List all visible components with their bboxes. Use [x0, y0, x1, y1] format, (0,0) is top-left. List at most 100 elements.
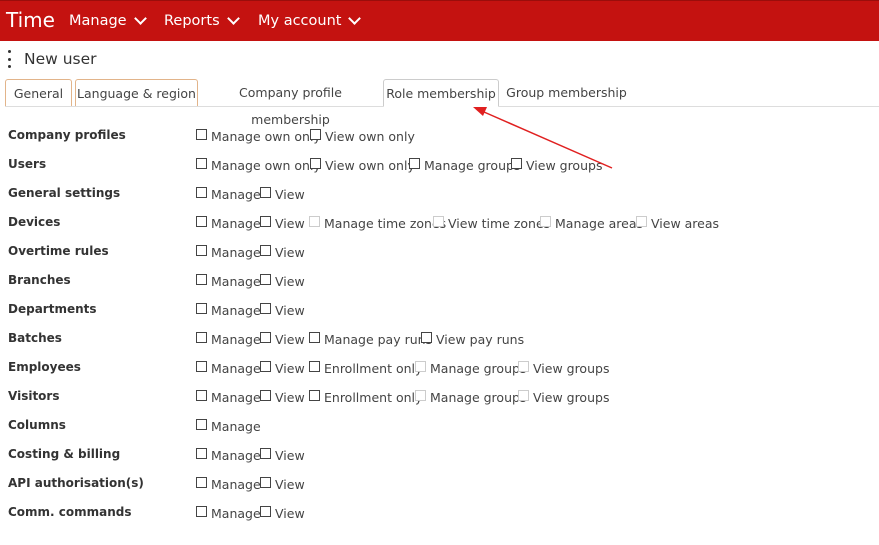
checkbox-label: Manage own only — [211, 129, 321, 144]
checkbox-devices-manage[interactable] — [196, 216, 207, 227]
checkbox-employees-view-groups[interactable] — [518, 361, 529, 372]
checkbox-label: View groups — [533, 361, 610, 376]
row-label-costing-billing: Costing & billing — [8, 447, 121, 461]
checkbox-label: Manage — [211, 477, 261, 492]
checkbox-label: View pay runs — [436, 332, 525, 347]
checkbox-label: Manage — [211, 390, 261, 405]
checkbox-label: View — [275, 506, 305, 521]
menu-reports[interactable]: Reports — [164, 12, 240, 29]
checkbox-label: View groups — [533, 390, 610, 405]
checkbox-batches-view-pay-runs[interactable] — [421, 332, 432, 343]
checkbox-visitors-manage-groups[interactable] — [415, 390, 426, 401]
chevron-down-icon — [226, 12, 240, 25]
checkbox-label: View time zones — [448, 216, 551, 231]
checkbox-devices-manage-areas[interactable] — [540, 216, 551, 227]
checkbox-label: Manage time zones — [324, 216, 447, 231]
checkbox-label: Manage groups — [430, 390, 527, 405]
row-label-api-authorisations: API authorisation(s) — [8, 476, 144, 490]
checkbox-visitors-view-groups[interactable] — [518, 390, 529, 401]
top-nav-bar: Time Manage Reports My account — [0, 0, 879, 41]
row-label-employees: Employees — [8, 360, 81, 374]
checkbox-label: Manage — [211, 245, 261, 260]
checkbox-overtime-rules-manage[interactable] — [196, 245, 207, 256]
row-label-columns: Columns — [8, 418, 66, 432]
row-label-company-profiles: Company profiles — [8, 128, 126, 142]
checkbox-api-authorisations-view[interactable] — [260, 477, 271, 488]
checkbox-label: Manage groups — [430, 361, 527, 376]
checkbox-label: Enrollment only — [324, 361, 423, 376]
checkbox-label: View — [275, 245, 305, 260]
checkbox-label: Manage — [211, 448, 261, 463]
row-label-visitors: Visitors — [8, 389, 60, 403]
checkbox-employees-view[interactable] — [260, 361, 271, 372]
checkbox-departments-manage[interactable] — [196, 303, 207, 314]
app-brand[interactable]: Time — [6, 8, 55, 32]
checkbox-employees-manage-groups[interactable] — [415, 361, 426, 372]
tab-language-region[interactable]: Language & region — [75, 79, 198, 106]
checkbox-batches-view[interactable] — [260, 332, 271, 343]
page-header: New user — [6, 50, 97, 68]
checkbox-overtime-rules-view[interactable] — [260, 245, 271, 256]
checkbox-departments-view[interactable] — [260, 303, 271, 314]
checkbox-employees-enrollment-only[interactable] — [309, 361, 320, 372]
checkbox-label: Manage — [211, 419, 261, 434]
more-vertical-icon[interactable] — [6, 50, 12, 68]
checkbox-comm-commands-view[interactable] — [260, 506, 271, 517]
tab-bar: General Language & region Company profil… — [5, 79, 879, 127]
checkbox-label: View — [275, 216, 305, 231]
checkbox-visitors-view[interactable] — [260, 390, 271, 401]
tab-group-membership[interactable]: Group membership — [505, 79, 628, 106]
checkbox-label: Manage — [211, 332, 261, 347]
checkbox-devices-manage-time-zones[interactable] — [309, 216, 320, 227]
checkbox-api-authorisations-manage[interactable] — [196, 477, 207, 488]
row-label-overtime-rules: Overtime rules — [8, 244, 109, 258]
checkbox-label: Manage — [211, 187, 261, 202]
menu-manage[interactable]: Manage — [69, 12, 147, 29]
checkbox-batches-manage-pay-runs[interactable] — [309, 332, 320, 343]
checkbox-users-view-own[interactable] — [310, 158, 321, 169]
checkbox-users-manage-own[interactable] — [196, 158, 207, 169]
checkbox-label: View — [275, 332, 305, 347]
checkbox-devices-view-areas[interactable] — [636, 216, 647, 227]
checkbox-employees-manage[interactable] — [196, 361, 207, 372]
checkbox-visitors-enrollment-only[interactable] — [309, 390, 320, 401]
checkbox-label: Manage areas — [555, 216, 644, 231]
checkbox-label: Manage — [211, 361, 261, 376]
checkbox-company-profiles-manage-own[interactable] — [196, 129, 207, 140]
row-label-general-settings: General settings — [8, 186, 121, 200]
checkbox-comm-commands-manage[interactable] — [196, 506, 207, 517]
tab-role-membership[interactable]: Role membership — [383, 79, 499, 107]
menu-my-account[interactable]: My account — [258, 12, 362, 29]
checkbox-label: View — [275, 448, 305, 463]
checkbox-costing-billing-manage[interactable] — [196, 448, 207, 459]
checkbox-general-settings-view[interactable] — [260, 187, 271, 198]
tab-general[interactable]: General — [5, 79, 72, 106]
checkbox-devices-view[interactable] — [260, 216, 271, 227]
checkbox-users-view-groups[interactable] — [511, 158, 522, 169]
checkbox-company-profiles-view-own[interactable] — [310, 129, 321, 140]
menu-manage-label: Manage — [69, 13, 127, 29]
checkbox-label: Manage — [211, 274, 261, 289]
checkbox-label: Manage — [211, 216, 261, 231]
checkbox-costing-billing-view[interactable] — [260, 448, 271, 459]
checkbox-devices-view-time-zones[interactable] — [433, 216, 444, 227]
checkbox-label: View own only — [325, 158, 415, 173]
checkbox-label: Manage — [211, 303, 261, 318]
checkbox-label: View groups — [526, 158, 603, 173]
checkbox-general-settings-manage[interactable] — [196, 187, 207, 198]
checkbox-branches-view[interactable] — [260, 274, 271, 285]
checkbox-label: View own only — [325, 129, 415, 144]
row-label-users: Users — [8, 157, 47, 171]
row-label-departments: Departments — [8, 302, 97, 316]
checkbox-batches-manage[interactable] — [196, 332, 207, 343]
row-label-devices: Devices — [8, 215, 61, 229]
checkbox-label: View — [275, 303, 305, 318]
checkbox-columns-manage[interactable] — [196, 419, 207, 430]
checkbox-label: View areas — [651, 216, 720, 231]
tab-company-profile-membership[interactable]: Company profile membership — [203, 79, 378, 127]
checkbox-visitors-manage[interactable] — [196, 390, 207, 401]
checkbox-users-manage-groups[interactable] — [409, 158, 420, 169]
checkbox-label: Enrollment only — [324, 390, 423, 405]
checkbox-label: View — [275, 390, 305, 405]
checkbox-branches-manage[interactable] — [196, 274, 207, 285]
